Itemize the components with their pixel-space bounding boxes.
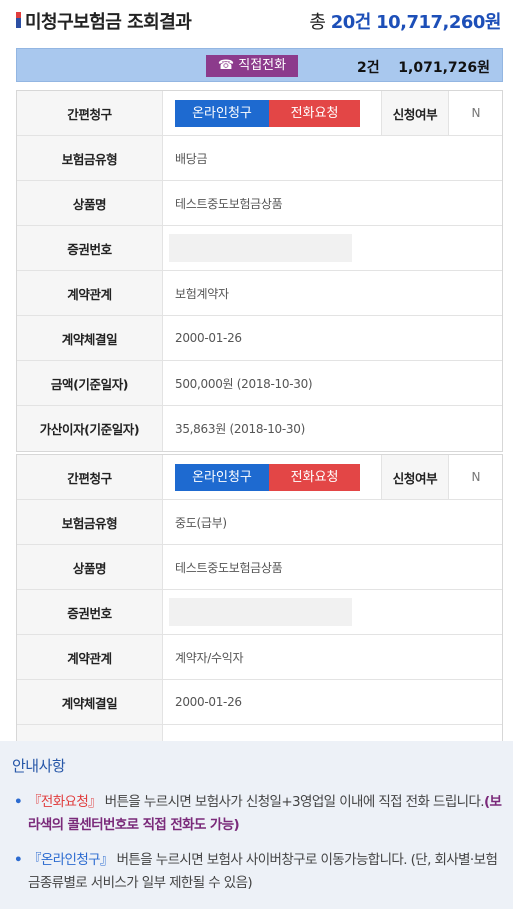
apply-status-value: N xyxy=(471,106,481,120)
total-amount: 10,717,260원 xyxy=(376,12,501,33)
notice-item: • 『전화요청』 버튼을 누르시면 보험사가 신청일+3영업일 이내에 직접 전… xyxy=(12,791,507,837)
row-label: 계약체결일 xyxy=(17,680,163,724)
row-value: 중도(급부) xyxy=(175,515,227,530)
table-row: 계약관계 계약자/수익자 xyxy=(17,635,502,680)
table-row: 증권번호 xyxy=(17,590,502,635)
easy-claim-row: 간편청구 온라인청구 전화요청 신청여부 N xyxy=(17,91,502,136)
insurer-name-masked xyxy=(19,51,169,79)
row-label: 계약관계 xyxy=(17,635,163,679)
table-row: 계약체결일 2000-01-26 xyxy=(17,316,502,361)
insurer-amount: 1,071,726원 xyxy=(398,60,490,76)
table-row: 보험금유형 중도(급부) xyxy=(17,500,502,545)
total-summary: 총 20건 10,717,260원 xyxy=(309,8,501,34)
table-row: 가산이자(기준일자) 35,863원 (2018-10-30) xyxy=(17,406,502,451)
bullet-icon: • xyxy=(14,852,23,868)
insurer-count: 2건 xyxy=(357,60,380,76)
row-label: 보험금유형 xyxy=(17,500,163,544)
easy-claim-label: 간편청구 xyxy=(17,455,163,499)
table-row: 상품명 테스트중도보험금상품 xyxy=(17,181,502,226)
claim-card: 간편청구 온라인청구 전화요청 신청여부 N 보험금유형 배당금 상품명 테스트… xyxy=(16,90,503,452)
row-label: 계약체결일 xyxy=(17,316,163,360)
row-label: 증권번호 xyxy=(17,226,163,270)
total-prefix: 총 xyxy=(309,12,326,33)
call-request-button[interactable]: 전화요청 xyxy=(269,100,360,127)
table-row: 상품명 테스트중도보험금상품 xyxy=(17,545,502,590)
row-value: 500,000원 (2018-10-30) xyxy=(175,376,313,391)
row-label: 상품명 xyxy=(17,545,163,589)
easy-claim-label: 간편청구 xyxy=(17,91,163,135)
insurer-summary-bar: ☎ 직접전화 2건 1,071,726원 xyxy=(16,48,503,82)
table-row: 계약체결일 2000-01-26 xyxy=(17,680,502,725)
apply-status-label: 신청여부 xyxy=(381,455,449,499)
row-label: 상품명 xyxy=(17,181,163,225)
table-row: 보험금유형 배당금 xyxy=(17,136,502,181)
row-value: 보험계약자 xyxy=(175,286,229,301)
row-label: 금액(기준일자) xyxy=(17,361,163,405)
online-claim-button[interactable]: 온라인청구 xyxy=(175,464,269,491)
row-label: 증권번호 xyxy=(17,590,163,634)
notice-highlight: 『온라인청구』 xyxy=(28,852,114,868)
direct-call-button[interactable]: ☎ 직접전화 xyxy=(206,55,298,77)
row-value: 배당금 xyxy=(175,151,208,166)
row-label-empty xyxy=(17,725,163,741)
row-label: 보험금유형 xyxy=(17,136,163,180)
call-request-button[interactable]: 전화요청 xyxy=(269,464,360,491)
claim-card: 간편청구 온라인청구 전화요청 신청여부 N 보험금유형 중도(급부) 상품명 … xyxy=(16,454,503,741)
notice-item: • 『온라인청구』 버튼을 누르시면 보험사 사이버창구로 이동가능합니다. (… xyxy=(12,849,507,895)
notice-text: 버튼을 누르시면 보험사가 신청일+3영업일 이내에 직접 전화 드립니다. xyxy=(101,794,485,810)
row-value: 2000-01-26 xyxy=(175,331,242,345)
row-label: 가산이자(기준일자) xyxy=(17,406,163,451)
notice-title: 안내사항 xyxy=(12,757,66,775)
apply-status-value: N xyxy=(471,470,481,484)
easy-claim-row: 간편청구 온라인청구 전화요청 신청여부 N xyxy=(17,455,502,500)
total-count: 20건 xyxy=(330,12,372,33)
table-row-partial xyxy=(17,725,502,741)
row-value: 테스트중도보험금상품 xyxy=(175,560,283,575)
row-value: 2000-01-26 xyxy=(175,695,242,709)
row-value: 테스트중도보험금상품 xyxy=(175,196,283,211)
table-row: 증권번호 xyxy=(17,226,502,271)
title-marker-icon xyxy=(16,12,21,28)
table-row: 금액(기준일자) 500,000원 (2018-10-30) xyxy=(17,361,502,406)
notice-highlight: 『전화요청』 xyxy=(28,794,102,810)
bullet-icon: • xyxy=(14,794,23,810)
table-row: 계약관계 보험계약자 xyxy=(17,271,502,316)
apply-status-label: 신청여부 xyxy=(381,91,449,135)
online-claim-button[interactable]: 온라인청구 xyxy=(175,100,269,127)
policy-number-masked xyxy=(169,598,352,626)
result-header: 미청구보험금 조회결과 총 20건 10,717,260원 xyxy=(0,0,513,42)
row-value: 계약자/수익자 xyxy=(175,650,244,665)
page-title: 미청구보험금 조회결과 xyxy=(25,12,192,33)
row-value: 35,863원 (2018-10-30) xyxy=(175,422,305,436)
row-label: 계약관계 xyxy=(17,271,163,315)
policy-number-masked xyxy=(169,234,352,262)
notice-section: 안내사항 • 『전화요청』 버튼을 누르시면 보험사가 신청일+3영업일 이내에… xyxy=(0,741,513,909)
